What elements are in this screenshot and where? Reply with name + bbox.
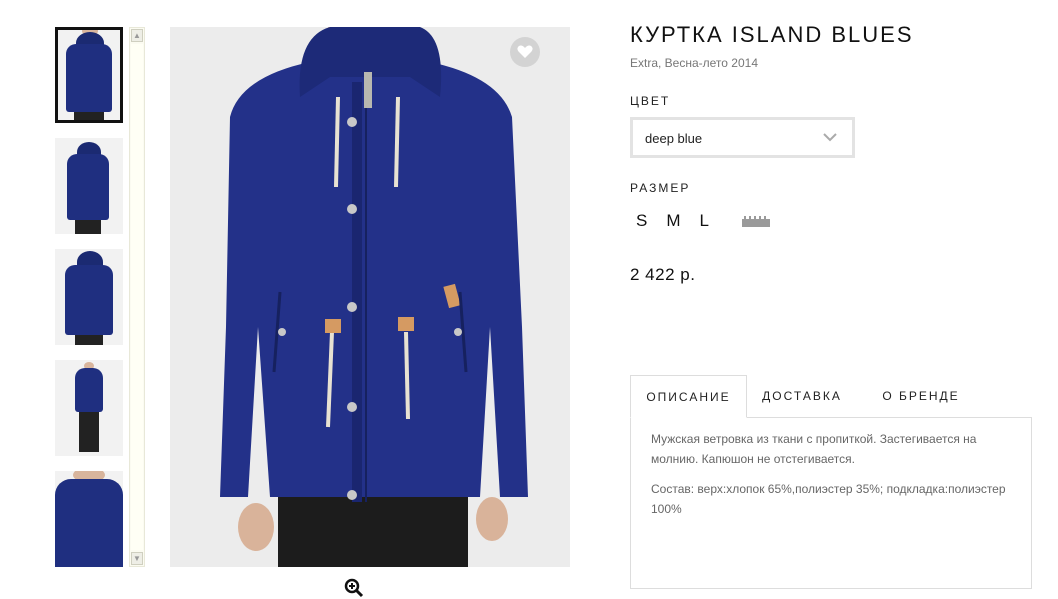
- thumbnail-jacket: [66, 44, 112, 112]
- favorite-button[interactable]: [510, 37, 540, 67]
- tab-panel-description: Мужская ветровка из ткани с пропиткой. З…: [630, 417, 1032, 589]
- thumbnail-scrollbar[interactable]: ▲ ▼: [129, 27, 145, 567]
- composition-text: Состав: верх:хлопок 65%,полиэстер 35%; п…: [651, 482, 1006, 516]
- thumbnail-jacket: [75, 368, 103, 412]
- thumbnail-jacket: [65, 265, 113, 335]
- chevron-down-icon: [823, 133, 837, 142]
- heart-icon: [517, 45, 533, 58]
- scroll-down-arrow-icon[interactable]: ▼: [131, 552, 143, 565]
- main-product-image[interactable]: [170, 27, 570, 567]
- thumbnail-3[interactable]: [55, 249, 123, 345]
- description-text: Мужская ветровка из ткани с пропиткой. З…: [651, 432, 977, 466]
- thumbnail-2[interactable]: [55, 138, 123, 234]
- thumbnail-jacket: [67, 154, 109, 220]
- ruler-icon[interactable]: [741, 215, 770, 227]
- thumbnail-5[interactable]: [55, 471, 123, 567]
- color-select-value: deep blue: [645, 131, 703, 146]
- thumbnail-pants: [74, 112, 104, 120]
- thumbnail-pants: [75, 335, 103, 345]
- thumbnail-1[interactable]: [55, 27, 123, 123]
- size-option-m[interactable]: M: [666, 211, 680, 231]
- info-tabs: ОПИСАНИЕ ДОСТАВКА О БРЕНДЕ: [630, 375, 1032, 418]
- tab-delivery[interactable]: ДОСТАВКА: [748, 375, 856, 418]
- zoom-in-icon[interactable]: [344, 578, 364, 598]
- jacket-illustration: [170, 27, 570, 567]
- size-option-s[interactable]: S: [636, 211, 647, 231]
- thumbnail-jacket: [55, 479, 123, 567]
- size-option-l[interactable]: L: [700, 211, 709, 231]
- product-subtitle: Extra, Весна-лето 2014: [630, 56, 758, 70]
- scroll-up-arrow-icon[interactable]: ▲: [131, 29, 143, 42]
- thumbnail-list: [55, 27, 125, 567]
- product-title: КУРТКА ISLAND BLUES: [630, 22, 914, 47]
- color-label: ЦВЕТ: [630, 94, 671, 108]
- thumbnail-pants: [75, 220, 101, 234]
- scroll-track[interactable]: [131, 44, 143, 550]
- size-label: РАЗМЕР: [630, 181, 691, 195]
- color-select[interactable]: deep blue: [630, 117, 855, 158]
- tab-brand[interactable]: О БРЕНДЕ: [860, 375, 982, 418]
- product-price: 2 422 р.: [630, 265, 696, 284]
- thumbnail-pants: [79, 412, 99, 452]
- thumbnail-4[interactable]: [55, 360, 123, 456]
- tab-description[interactable]: ОПИСАНИЕ: [630, 375, 747, 418]
- size-options: S M L: [636, 211, 770, 231]
